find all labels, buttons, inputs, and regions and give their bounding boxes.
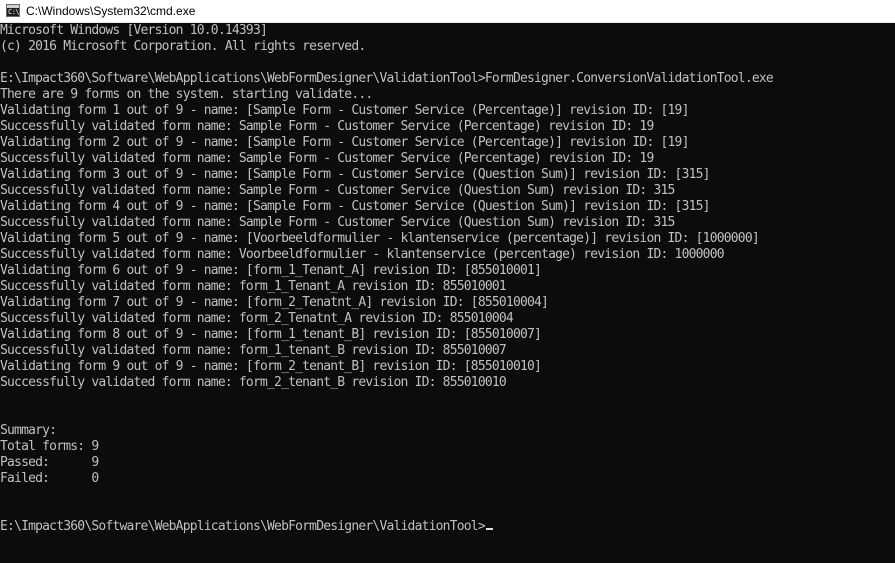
console-line: Successfully validated form name: form_2… [0, 311, 514, 326]
console-line: Summary: [0, 423, 57, 438]
console-line: Failed: 0 [0, 471, 99, 486]
console-line: Successfully validated form name: form_1… [0, 279, 507, 294]
console-line: Validating form 1 out of 9 - name: [Samp… [0, 103, 689, 118]
window-title: C:\Windows\System32\cmd.exe [26, 4, 196, 18]
console-line: Successfully validated form name: Sample… [0, 183, 675, 198]
console-line: E:\Impact360\Software\WebApplications\We… [0, 71, 774, 86]
console-line: Validating form 4 out of 9 - name: [Samp… [0, 199, 711, 214]
console-line: (c) 2016 Microsoft Corporation. All righ… [0, 39, 366, 54]
cmd-window: C:\ C:\Windows\System32\cmd.exe Microsof… [0, 0, 895, 563]
console-line: Successfully validated form name: form_1… [0, 343, 507, 358]
command-prompt[interactable]: E:\Impact360\Software\WebApplications\We… [0, 519, 895, 535]
console-line: Validating form 8 out of 9 - name: [form… [0, 327, 542, 342]
cmd-icon-glyph: C:\ [8, 8, 20, 16]
cmd-icon[interactable]: C:\ [6, 4, 20, 17]
console-line: Validating form 9 out of 9 - name: [form… [0, 359, 542, 374]
console-line: Successfully validated form name: Sample… [0, 151, 654, 166]
console-line: Successfully validated form name: Sample… [0, 215, 675, 230]
console-line: Successfully validated form name: form_2… [0, 375, 507, 390]
console-line: Total forms: 9 [0, 439, 99, 454]
console-output: Microsoft Windows [Version 10.0.14393] (c… [0, 23, 895, 535]
title-bar[interactable]: C:\ C:\Windows\System32\cmd.exe [0, 0, 895, 23]
console-line: Validating form 2 out of 9 - name: [Samp… [0, 135, 689, 150]
console-line: Passed: 9 [0, 455, 99, 470]
console-line: Validating form 3 out of 9 - name: [Samp… [0, 167, 711, 182]
console-line: Successfully validated form name: Voorbe… [0, 247, 725, 262]
console-line: Validating form 6 out of 9 - name: [form… [0, 263, 542, 278]
console-line: Successfully validated form name: Sample… [0, 119, 654, 134]
console-line: Validating form 5 out of 9 - name: [Voor… [0, 231, 760, 246]
console-line: There are 9 forms on the system. startin… [0, 87, 373, 102]
text-cursor [485, 528, 493, 530]
console-line: Microsoft Windows [Version 10.0.14393] [0, 23, 268, 38]
console-line: Validating form 7 out of 9 - name: [form… [0, 295, 549, 310]
console-area[interactable]: Microsoft Windows [Version 10.0.14393] (c… [0, 23, 895, 563]
